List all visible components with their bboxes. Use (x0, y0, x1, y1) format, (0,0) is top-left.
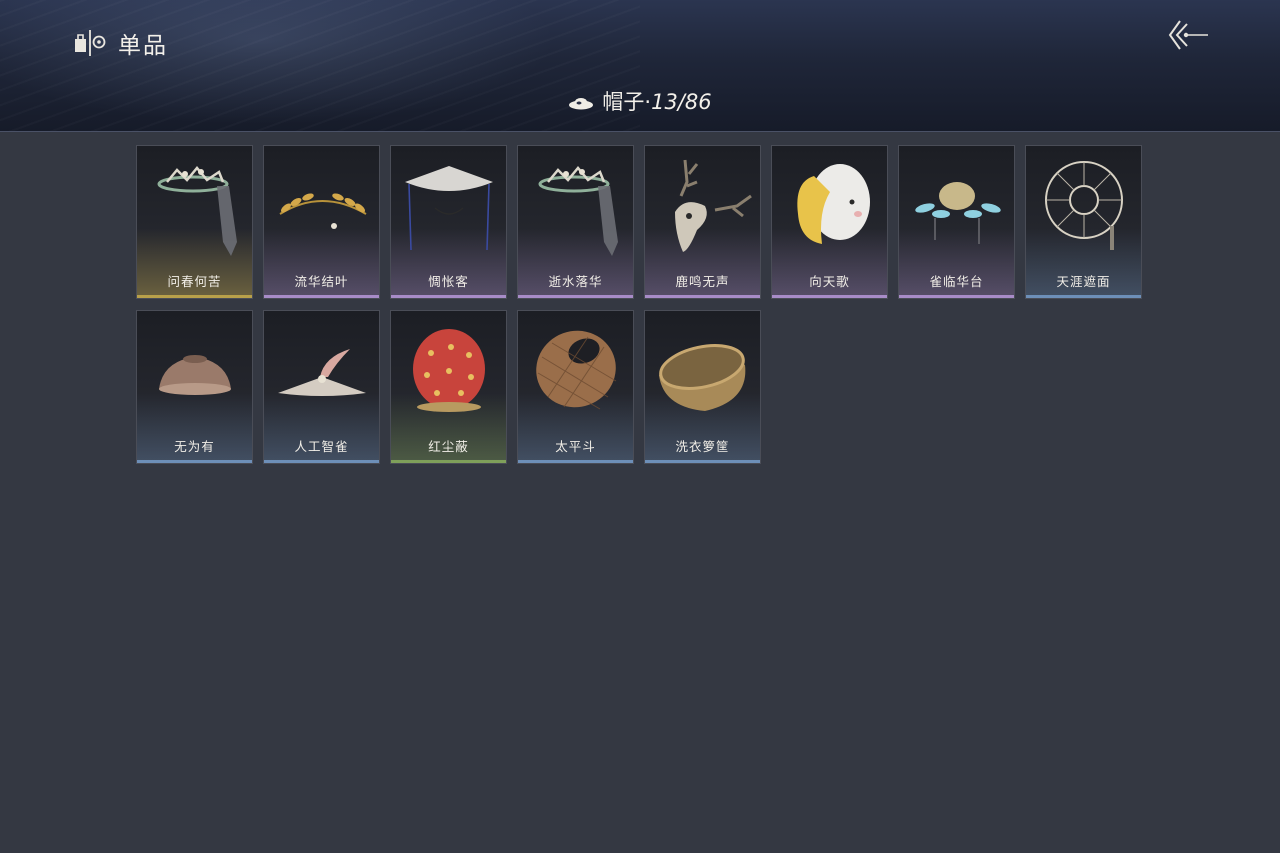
item-card[interactable]: 雀临华台 (898, 145, 1015, 299)
item-card[interactable]: 人工智雀 (263, 310, 380, 464)
top-bar: 单品 帽子·13/86 (0, 0, 1280, 132)
item-card[interactable]: 逝水落华 (517, 145, 634, 299)
item-name: 人工智雀 (294, 439, 349, 454)
item-card[interactable]: 无为有 (136, 310, 253, 464)
rarity-bar (645, 460, 760, 463)
item-card[interactable]: 向天歌 (771, 145, 888, 299)
item-name: 惆怅客 (428, 274, 469, 289)
veil-crown-icon (157, 166, 237, 256)
item-name: 鹿鸣无声 (675, 274, 730, 289)
item-name: 太平斗 (555, 439, 596, 454)
wardrobe-icon (75, 30, 106, 56)
rarity-bar (137, 460, 252, 463)
rarity-bar (264, 460, 379, 463)
item-name: 天涯遮面 (1056, 274, 1111, 289)
rarity-bar (772, 295, 887, 298)
item-card[interactable]: 红尘蔽 (390, 310, 507, 464)
item-name: 逝水落华 (548, 274, 603, 289)
deer-skull-icon (675, 159, 752, 252)
rarity-bar (391, 460, 506, 463)
item-name: 向天歌 (809, 274, 850, 289)
rarity-bar (518, 460, 633, 463)
item-name: 红尘蔽 (428, 439, 469, 454)
rarity-bar (899, 295, 1014, 298)
laundry-basket-icon (659, 344, 746, 411)
item-card[interactable]: 流华结叶 (263, 145, 380, 299)
goose-hood-icon (797, 164, 870, 244)
category-label: 帽子· (602, 90, 652, 114)
back-arrow-icon (1168, 20, 1208, 50)
item-name: 流华结叶 (294, 274, 349, 289)
item-card[interactable]: 天涯遮面 (1025, 145, 1142, 299)
item-card[interactable]: 鹿鸣无声 (644, 145, 761, 299)
clay-bowl-icon (159, 355, 231, 395)
rarity-bar (1026, 295, 1141, 298)
rarity-bar (137, 295, 252, 298)
rarity-bar (264, 295, 379, 298)
bird-hat-icon (278, 349, 366, 396)
collection-count: 13/86 (651, 90, 712, 114)
back-button[interactable] (1166, 18, 1210, 52)
item-card[interactable]: 洗衣箩筐 (644, 310, 761, 464)
rarity-bar (645, 295, 760, 298)
item-card[interactable]: 问春何苦 (136, 145, 253, 299)
item-card[interactable]: 惆怅客 (390, 145, 507, 299)
blue-headdress-icon (915, 182, 1001, 244)
rarity-bar (518, 295, 633, 298)
red-hood-icon (413, 329, 485, 412)
wicker-basket-icon (536, 330, 617, 410)
item-name: 无为有 (174, 439, 215, 454)
item-name: 雀临华台 (929, 274, 984, 289)
category-header: 帽子·13/86 (0, 86, 1280, 116)
item-name: 问春何苦 (167, 274, 222, 289)
rarity-bar (391, 295, 506, 298)
item-card[interactable]: 太平斗 (517, 310, 634, 464)
veil-crown-icon (538, 166, 618, 256)
hat-icon (569, 98, 594, 110)
ring-fan-icon (1045, 161, 1123, 250)
page-title: 单品 (118, 33, 168, 59)
item-name: 洗衣箩筐 (675, 439, 730, 454)
veiled-hat-icon (405, 166, 493, 251)
laurel-wreath-icon (279, 193, 367, 229)
